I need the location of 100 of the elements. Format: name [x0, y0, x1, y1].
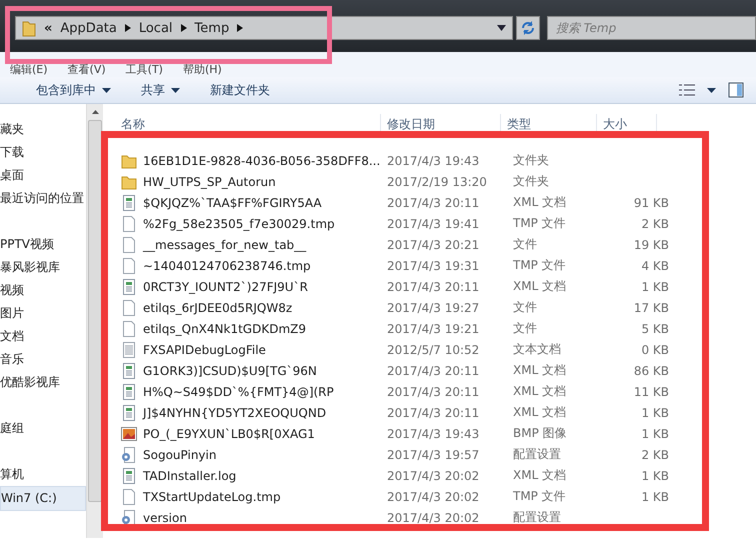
file-name[interactable]: 0RCT3Y_IOUNT2`)27FJ9U`R [143, 280, 308, 294]
modified-date: 2017/4/3 20:11 [386, 280, 480, 294]
column-header[interactable]: 大小 [597, 114, 657, 134]
file-name[interactable]: $QKJQZ%`TAA$FF%FGIRY5AA [143, 196, 322, 210]
modified-date: 2017/4/3 20:02 [386, 468, 480, 482]
caret-icon[interactable] [237, 24, 244, 32]
file-type: 文件夹 [512, 173, 550, 190]
file-size: 19 KB [634, 238, 669, 252]
file-type: XML 文档 [512, 467, 568, 484]
file-name[interactable]: SogouPinyin [143, 448, 216, 462]
overflow-chevron[interactable]: « [44, 20, 52, 36]
column-header[interactable]: 名称 [115, 114, 381, 134]
file-name[interactable]: etilqs_6rJDEE0d5RJQW8z [143, 300, 292, 314]
file-name[interactable]: 16EB1D1E-9828-4036-B056-358DFF8... [143, 154, 380, 168]
address-bar[interactable]: « AppData Local Temp [15, 16, 513, 40]
file-type: TMP 文件 [512, 488, 567, 505]
file-name[interactable]: TXStartUpdateLog.tmp [143, 490, 281, 504]
menu-item[interactable]: 编辑(E) [10, 62, 48, 77]
modified-date: 2017/4/3 19:43 [386, 154, 480, 168]
dropdown-caret-icon[interactable] [496, 25, 506, 31]
toolbar-button[interactable]: 共享 [135, 78, 186, 102]
file-name[interactable]: PO_(_E9YXUN`LB0$R[0XAG1 [143, 426, 315, 440]
menu-item[interactable]: 查看(V) [68, 62, 106, 77]
blank-file-icon [121, 300, 137, 316]
view-list-icon[interactable] [679, 84, 695, 96]
modified-date: 2017/4/3 19:27 [386, 300, 480, 314]
scroll-thumb[interactable] [88, 120, 102, 502]
blank-file-icon [121, 216, 137, 232]
sidebar-item[interactable]: 下载 [0, 141, 86, 164]
sidebar-item[interactable]: 藏夹 [0, 118, 86, 141]
file-type: XML 文档 [512, 362, 568, 379]
modified-date: 2017/4/3 19:21 [386, 322, 480, 336]
text-file-icon [121, 342, 137, 358]
sidebar-item[interactable]: PPTV视频 [0, 233, 86, 256]
file-size: 2 KB [641, 448, 669, 462]
file-name[interactable]: J]$4NYHN{YD5YT2XEOQUQND [143, 406, 326, 420]
document-icon [121, 468, 137, 484]
modified-date: 2017/4/3 20:11 [386, 406, 480, 420]
caret-icon[interactable] [124, 24, 131, 32]
menu-item[interactable]: 帮助(H) [182, 62, 222, 77]
sidebar-item[interactable]: 庭组 [0, 417, 86, 440]
file-name[interactable]: __messages_for_new_tab__ [143, 238, 306, 252]
settings-file-icon [121, 510, 137, 526]
file-type: 配置设置 [512, 509, 562, 526]
file-name[interactable]: etilqs_QnX4Nk1tGDKDmZ9 [143, 322, 306, 336]
file-type: 文件夹 [512, 152, 550, 169]
breadcrumb[interactable]: Temp [194, 20, 230, 36]
folder-icon [22, 19, 36, 37]
breadcrumb[interactable]: AppData [60, 20, 117, 36]
menu-item[interactable]: 工具(T) [126, 62, 163, 77]
refresh-button[interactable] [516, 16, 540, 40]
sidebar-item[interactable]: 文档 [0, 325, 86, 348]
modified-date: 2017/4/3 19:31 [386, 258, 480, 272]
file-size: 2 KB [641, 216, 669, 230]
preview-pane-icon[interactable] [728, 82, 744, 98]
sidebar-item[interactable]: 桌面 [0, 164, 86, 187]
modified-date: 2017/4/3 20:02 [386, 510, 480, 524]
scroll-up-icon[interactable] [92, 110, 98, 114]
file-type: 配置设置 [512, 446, 562, 463]
toolbar-button[interactable]: 包含到库中 [30, 78, 117, 102]
file-name[interactable]: G1ORK3)]CSUD)$U9[TG`96N [143, 364, 317, 378]
document-icon [121, 404, 137, 420]
file-size: 1 KB [641, 426, 669, 440]
sidebar-item[interactable]: 视频 [0, 279, 86, 302]
search-field[interactable]: 搜索 Temp [546, 16, 756, 40]
sidebar-item[interactable]: 最近访问的位置 [0, 187, 86, 210]
file-size: 91 KB [634, 196, 669, 210]
blank-file-icon [121, 236, 137, 252]
modified-date: 2017/4/3 19:41 [386, 216, 480, 230]
caret-icon[interactable] [180, 24, 187, 32]
caret-icon[interactable] [707, 88, 716, 92]
file-name[interactable]: TADInstaller.log [143, 468, 236, 482]
file-size: 5 KB [641, 322, 669, 336]
refresh-icon [520, 20, 536, 36]
file-size: 0 KB [641, 342, 669, 356]
toolbar-button[interactable]: 新建文件夹 [204, 78, 276, 102]
modified-date: 2012/5/7 10:52 [386, 342, 480, 356]
sidebar-item[interactable]: 音乐 [0, 348, 86, 371]
file-name[interactable]: ~14040124706238746.tmp [143, 258, 311, 272]
document-icon [121, 362, 137, 378]
file-name[interactable]: %2Fg_58e23505_f7e30029.tmp [143, 216, 335, 230]
file-type: TMP 文件 [512, 257, 567, 274]
sidebar-item[interactable]: 图片 [0, 302, 86, 325]
column-header[interactable]: 修改日期 [381, 114, 501, 134]
file-name[interactable]: H%Q~S49$DD`%{FMT}4@](RP [143, 384, 334, 398]
file-name[interactable]: FXSAPIDebugLogFile [143, 342, 266, 356]
file-name[interactable]: HW_UTPS_SP_Autorun [143, 174, 276, 188]
folder-icon [121, 152, 137, 168]
column-header[interactable]: 类型 [501, 114, 597, 134]
sidebar-item[interactable]: 算机 [0, 463, 86, 486]
breadcrumb[interactable]: Local [138, 20, 173, 36]
modified-date: 2017/4/3 20:11 [386, 364, 480, 378]
sidebar-item[interactable]: Win7 (C:) [0, 486, 86, 511]
file-type: XML 文档 [512, 278, 568, 295]
sidebar-item[interactable]: 优酷影视库 [0, 371, 86, 394]
file-type: 文件 [512, 299, 538, 316]
sidebar-item[interactable]: 暴风影视库 [0, 256, 86, 279]
file-size: 11 KB [634, 384, 669, 398]
file-name[interactable]: version [143, 510, 187, 524]
file-size: 1 KB [641, 406, 669, 420]
